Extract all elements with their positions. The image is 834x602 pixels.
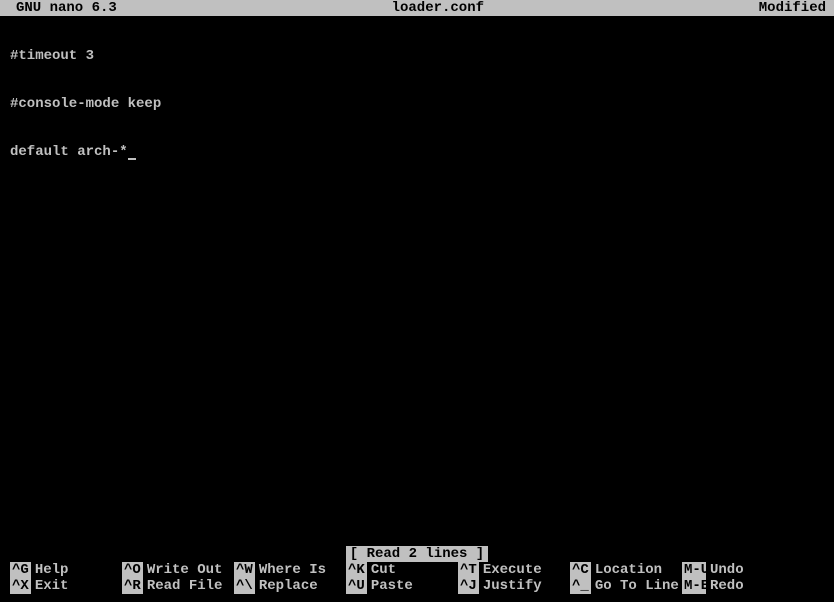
shortcut-paste[interactable]: ^UPaste xyxy=(346,578,458,594)
shortcut-where-is[interactable]: ^WWhere Is xyxy=(234,562,346,578)
app-name: GNU nano 6.3 xyxy=(0,0,117,16)
modified-status: Modified xyxy=(759,0,834,16)
shortcut-write-out[interactable]: ^OWrite Out xyxy=(122,562,234,578)
bottom-gap xyxy=(0,594,834,602)
shortcut-cut[interactable]: ^KCut xyxy=(346,562,458,578)
shortcut-redo[interactable]: M-ERedo xyxy=(682,578,738,594)
shortcut-justify[interactable]: ^JJustify xyxy=(458,578,570,594)
shortcut-go-to-line[interactable]: ^_Go To Line xyxy=(570,578,682,594)
cursor xyxy=(128,158,136,160)
status-message: [ Read 2 lines ] xyxy=(346,546,488,562)
editor-line: default arch-* xyxy=(10,144,834,160)
shortcut-execute[interactable]: ^TExecute xyxy=(458,562,570,578)
editor-line: #console-mode keep xyxy=(10,96,834,112)
help-row-2: ^XExit ^RRead File ^\Replace ^UPaste ^JJ… xyxy=(10,578,834,594)
shortcut-read-file[interactable]: ^RRead File xyxy=(122,578,234,594)
help-bar: ^GHelp ^OWrite Out ^WWhere Is ^KCut ^TEx… xyxy=(0,562,834,594)
shortcut-undo[interactable]: M-UUndo xyxy=(682,562,738,578)
shortcut-exit[interactable]: ^XExit xyxy=(10,578,122,594)
filename: loader.conf xyxy=(117,0,759,16)
shortcut-location[interactable]: ^CLocation xyxy=(570,562,682,578)
title-bar: GNU nano 6.3 loader.conf Modified xyxy=(0,0,834,16)
shortcut-replace[interactable]: ^\Replace xyxy=(234,578,346,594)
editor-area[interactable]: #timeout 3 #console-mode keep default ar… xyxy=(0,16,834,546)
editor-line: #timeout 3 xyxy=(10,48,834,64)
shortcut-help[interactable]: ^GHelp xyxy=(10,562,122,578)
status-bar: [ Read 2 lines ] xyxy=(0,546,834,562)
help-row-1: ^GHelp ^OWrite Out ^WWhere Is ^KCut ^TEx… xyxy=(10,562,834,578)
